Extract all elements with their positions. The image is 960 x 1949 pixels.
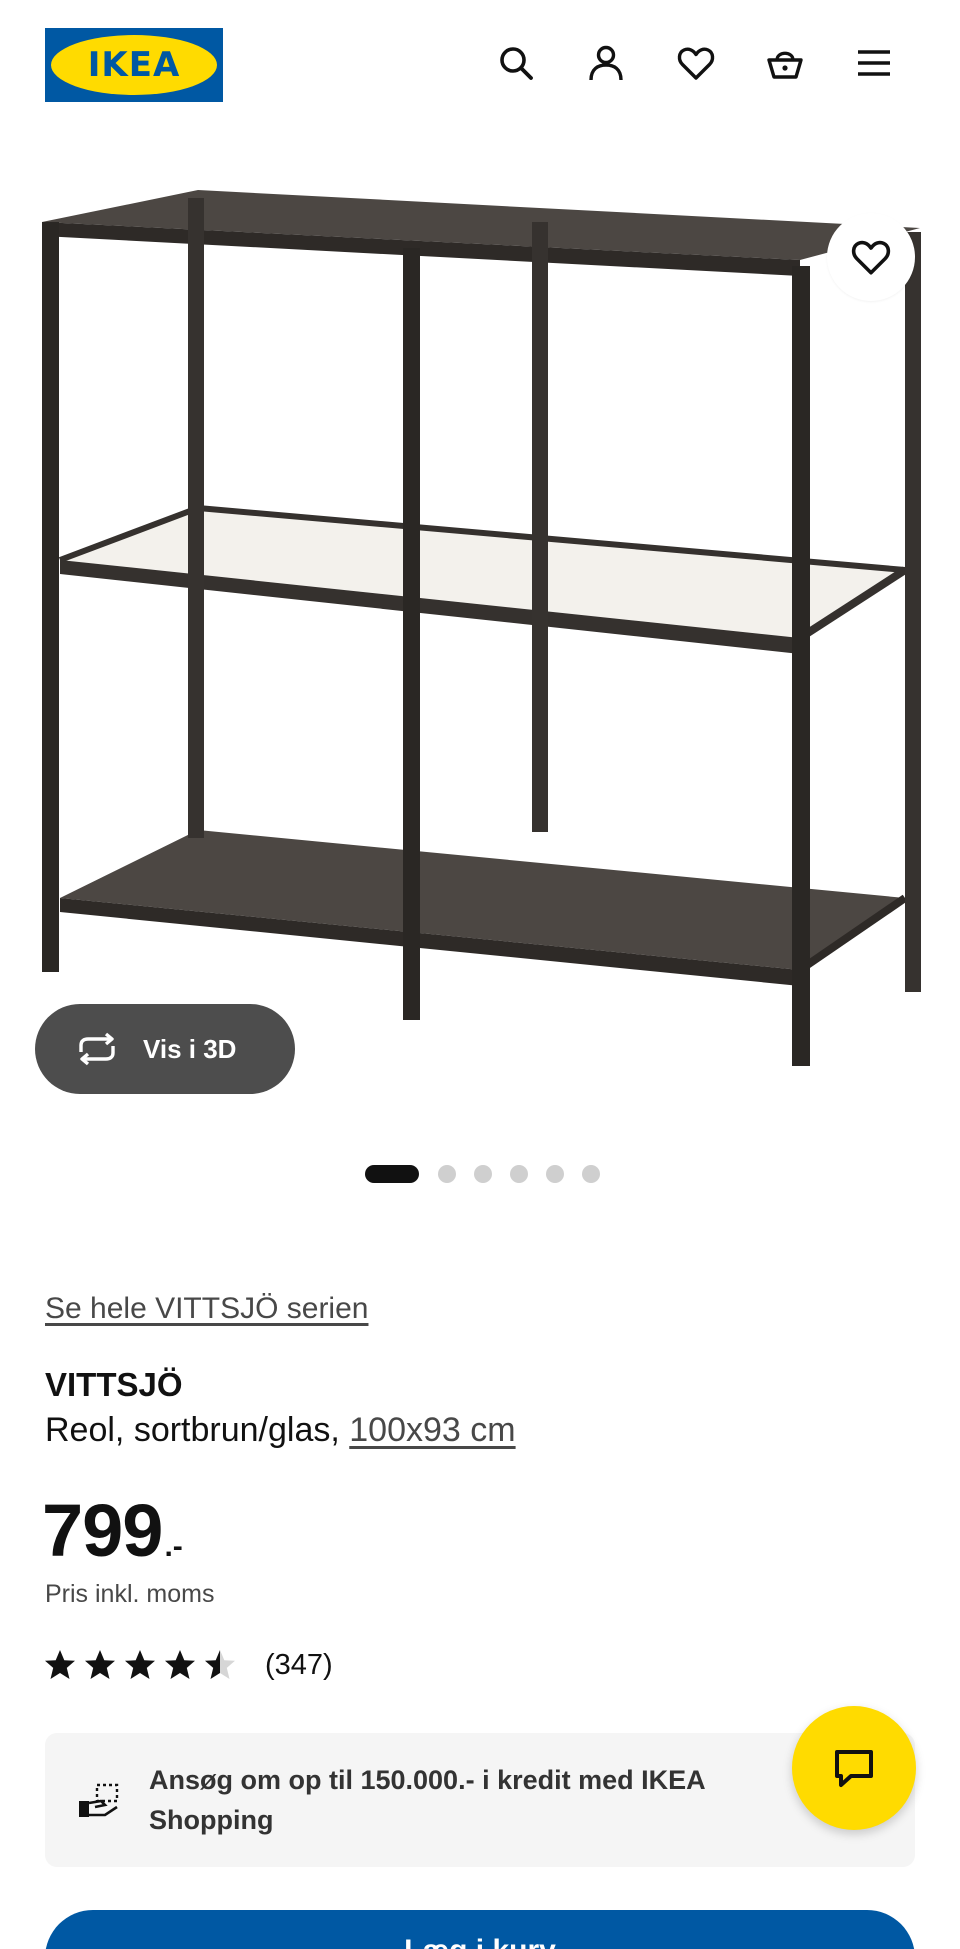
credit-text: Ansøg om op til 150.000.- i kredit med I…	[149, 1765, 705, 1835]
credit-offer[interactable]: Ansøg om op til 150.000.- i kredit med I…	[45, 1733, 915, 1867]
favorite-button[interactable]	[827, 213, 915, 301]
carousel-dot-2[interactable]	[438, 1165, 456, 1183]
image-carousel-dots	[0, 1165, 960, 1183]
price-amount: 799	[42, 1489, 163, 1572]
carousel-dot-5[interactable]	[546, 1165, 564, 1183]
rating[interactable]: (347)	[43, 1648, 333, 1682]
review-count: (347)	[265, 1648, 333, 1681]
rating-stars	[43, 1648, 243, 1682]
logo-oval: IKEA	[51, 35, 217, 95]
price-suffix: .-	[164, 1530, 183, 1563]
menu-icon[interactable]	[850, 39, 898, 87]
view-3d-button[interactable]: Vis i 3D	[35, 1004, 295, 1094]
shelf-illustration	[42, 190, 921, 1066]
carousel-dot-3[interactable]	[474, 1165, 492, 1183]
header: IKEA	[0, 0, 960, 130]
carousel-dot-6[interactable]	[582, 1165, 600, 1183]
view-3d-label: Vis i 3D	[143, 1033, 237, 1064]
chat-icon	[835, 1750, 873, 1787]
star-icon	[165, 1650, 195, 1679]
star-icon	[125, 1650, 155, 1679]
product-name: VITTSJÖ	[45, 1366, 183, 1403]
price-note: Pris inkl. moms	[45, 1580, 215, 1608]
product-description-text: Reol, sortbrun/glas,	[45, 1411, 340, 1449]
heart-icon[interactable]	[672, 39, 720, 87]
carousel-dot-1[interactable]	[365, 1165, 419, 1183]
add-to-cart-label: Læg i kurv	[404, 1934, 556, 1949]
star-icon	[205, 1650, 235, 1679]
basket-icon[interactable]	[761, 39, 809, 87]
rotate-3d-icon	[79, 1032, 115, 1066]
credit-card-hand-icon	[79, 1783, 119, 1817]
logo-text: IKEA	[87, 45, 181, 85]
user-icon[interactable]	[582, 39, 630, 87]
heart-icon	[851, 240, 891, 275]
star-icon	[85, 1650, 115, 1679]
star-icon	[45, 1650, 75, 1679]
series-link[interactable]: Se hele VITTSJÖ serien	[45, 1292, 368, 1326]
ikea-logo[interactable]: IKEA	[45, 28, 223, 102]
product-image[interactable]	[0, 170, 960, 1130]
size-link[interactable]: 100x93 cm	[349, 1411, 515, 1449]
carousel-dot-4[interactable]	[510, 1165, 528, 1183]
product-description: Reol, sortbrun/glas, 100x93 cm	[45, 1411, 516, 1450]
price: 799 .-	[42, 1488, 183, 1573]
search-icon[interactable]	[492, 39, 540, 87]
chat-button[interactable]	[792, 1706, 916, 1830]
add-to-cart-button[interactable]: Læg i kurv	[45, 1910, 915, 1949]
